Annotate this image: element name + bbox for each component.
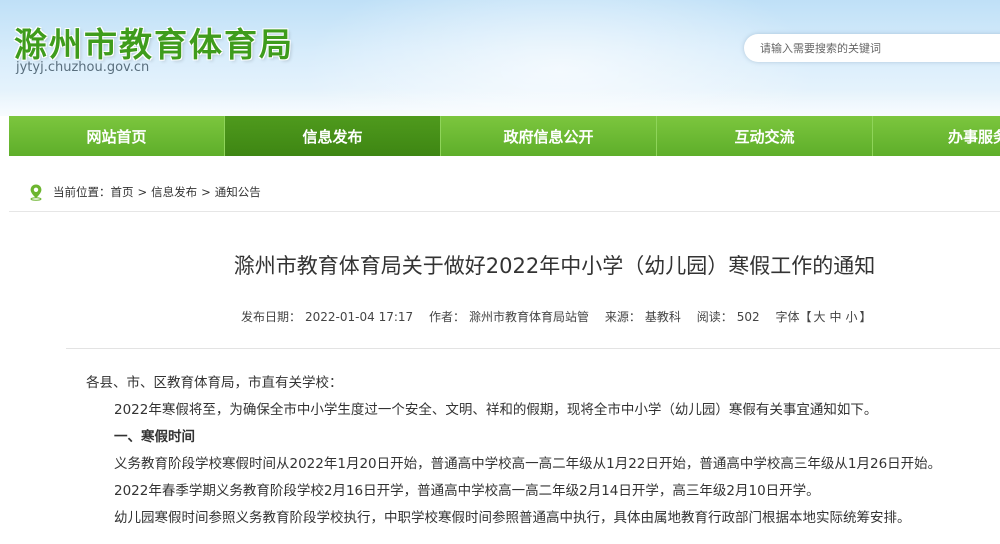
article-meta: 发布日期： 2022-01-04 17:17 作者： 滁州市教育体育局站管 来源：基… <box>241 308 1000 325</box>
font-size-medium[interactable]: 中 <box>829 310 841 324</box>
breadcrumb-notices[interactable]: 通知公告 <box>215 184 261 200</box>
site-domain: jytyj.chuzhou.gov.cn <box>16 60 150 75</box>
paragraph: 幼儿园寒假时间参照义务教育阶段学校执行，中职学校寒假时间参照普通高中执行，具体由… <box>114 510 911 526</box>
meta-divider <box>66 348 1000 349</box>
salutation: 各县、市、区教育体育局，市直有关学校： <box>86 375 343 391</box>
site-title[interactable]: 滁州市教育体育局 <box>14 18 294 66</box>
meta-source: 基教科 <box>644 310 681 324</box>
content-area: 当前位置： 首页 > 信息发布 > 通知公告 滁州市教育体育局关于做好2022年… <box>9 172 1000 544</box>
nav-item-gov-info[interactable]: 政府信息公开 <box>441 116 657 156</box>
breadcrumb-prefix: 当前位置： <box>53 184 111 199</box>
paragraph: 2022年春季学期义务教育阶段学校2月16日开学，普通高中学校高一高二年级2月1… <box>114 483 820 499</box>
main-nav: 网站首页 信息发布 政府信息公开 互动交流 办事服务 <box>9 116 1000 156</box>
location-pin-icon <box>27 183 45 201</box>
meta-source-label: 来源： <box>604 310 641 324</box>
nav-item-info-release[interactable]: 信息发布 <box>225 116 441 156</box>
font-size-small[interactable]: 小 <box>846 310 858 324</box>
meta-author: 滁州市教育体育局站管 <box>469 310 590 324</box>
meta-date: 2022-01-04 17:17 <box>305 310 414 324</box>
breadcrumb-info-release[interactable]: 信息发布 <box>151 184 197 200</box>
article-body: 各县、市、区教育体育局，市直有关学校： 2022年寒假将至，为确保全市中小学生度… <box>86 370 1000 532</box>
paragraph: 义务教育阶段学校寒假时间从2022年1月20日开始，普通高中学校高一高二年级从1… <box>114 456 942 472</box>
font-size-switcher: 字体【大中小】 <box>775 310 875 324</box>
search-input[interactable] <box>760 41 990 55</box>
section-heading: 一、寒假时间 <box>114 429 195 445</box>
meta-author-label: 作者： <box>428 310 465 324</box>
search-box[interactable] <box>744 34 1000 62</box>
paragraph: 2022年寒假将至，为确保全市中小学生度过一个安全、文明、祥和的假期，现将全市中… <box>114 402 878 418</box>
meta-views: 502 <box>736 310 760 324</box>
fontsize-label: 字体【 <box>775 310 812 324</box>
breadcrumb: 当前位置： 首页 > 信息发布 > 通知公告 <box>9 172 1000 212</box>
breadcrumb-separator: > <box>201 184 211 199</box>
breadcrumb-separator: > <box>137 184 148 199</box>
font-size-large[interactable]: 大 <box>813 310 825 324</box>
site-header: 滁州市教育体育局 jytyj.chuzhou.gov.cn <box>0 0 1000 116</box>
breadcrumb-home[interactable]: 首页 <box>111 184 134 200</box>
nav-item-interaction[interactable]: 互动交流 <box>657 116 873 156</box>
article-title: 滁州市教育体育局关于做好2022年中小学（幼儿园）寒假工作的通知 <box>233 254 876 278</box>
meta-views-label: 阅读： <box>696 310 733 324</box>
nav-item-home[interactable]: 网站首页 <box>9 116 225 156</box>
nav-item-services[interactable]: 办事服务 <box>873 116 1000 156</box>
meta-date-label: 发布日期： <box>241 310 302 324</box>
fontsize-close: 】 <box>859 310 872 324</box>
